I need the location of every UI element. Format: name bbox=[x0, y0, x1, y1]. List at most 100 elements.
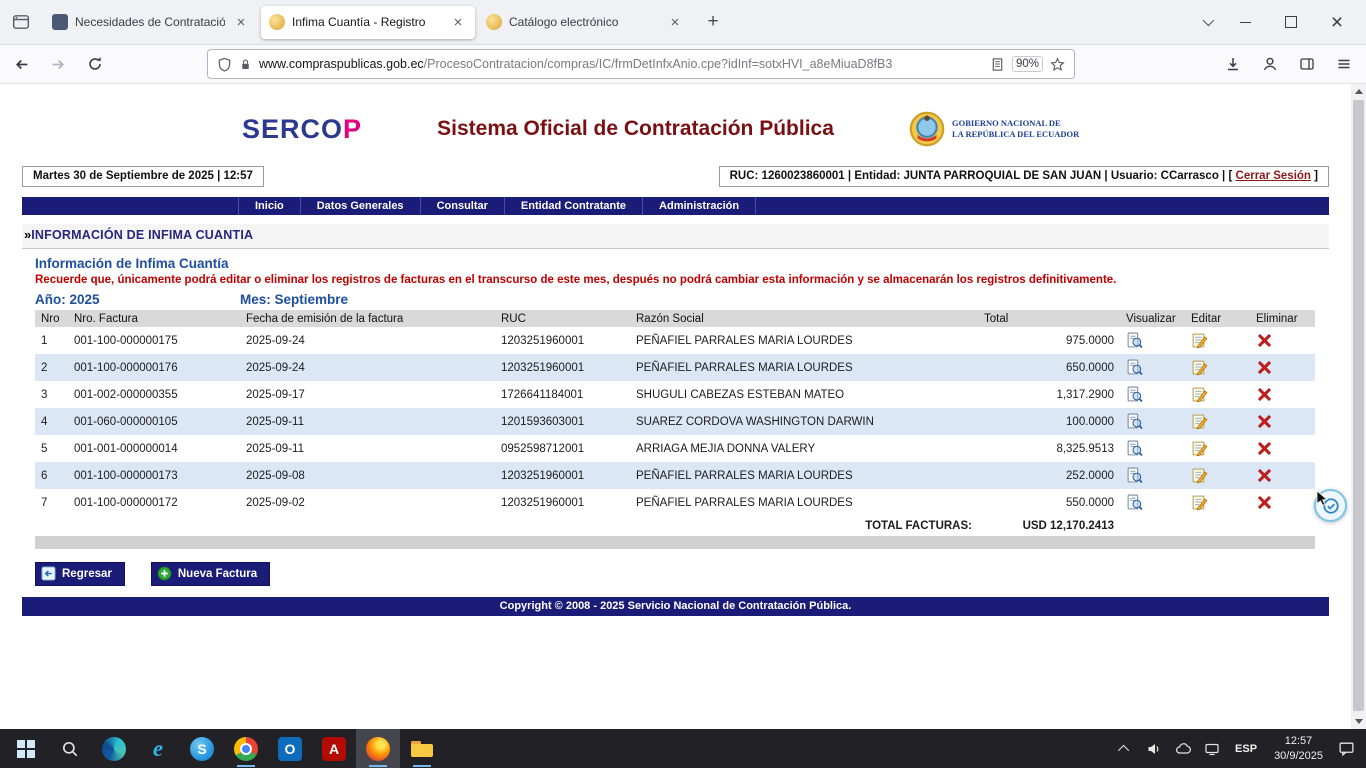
taskbar-chrome-button[interactable] bbox=[224, 729, 268, 768]
tabbar-right-controls bbox=[1192, 0, 1360, 44]
taskbar-skype-button[interactable] bbox=[180, 729, 224, 768]
volume-button[interactable] bbox=[1144, 739, 1164, 759]
new-tab-button[interactable] bbox=[699, 8, 727, 36]
window-maximize-button[interactable] bbox=[1268, 0, 1314, 44]
edit-invoice-icon[interactable] bbox=[1191, 494, 1208, 511]
taskbar-acrobat-button[interactable] bbox=[312, 729, 356, 768]
url-bar[interactable]: www.compraspublicas.gob.ec/ProcesoContra… bbox=[207, 49, 1075, 79]
firefox-view-button[interactable] bbox=[6, 7, 36, 37]
table-footer-spacer bbox=[35, 536, 1315, 549]
total-label: TOTAL FACTURAS: bbox=[35, 516, 978, 536]
action-center-button[interactable] bbox=[1336, 739, 1356, 759]
tab-close-icon[interactable] bbox=[232, 13, 250, 31]
taskbar-clock[interactable]: 12:57 30/9/2025 bbox=[1270, 734, 1327, 764]
menu-item-datos-generales[interactable]: Datos Generales bbox=[301, 197, 421, 215]
bracket: ] bbox=[1314, 170, 1318, 182]
col-header-total: Total bbox=[978, 310, 1120, 327]
view-invoice-icon[interactable] bbox=[1126, 386, 1143, 403]
menu-item-consultar[interactable]: Consultar bbox=[421, 197, 505, 215]
nueva-factura-button[interactable]: Nueva Factura bbox=[151, 562, 270, 586]
account-button[interactable] bbox=[1254, 48, 1286, 80]
page-action-icon[interactable] bbox=[990, 57, 1005, 72]
separator: | bbox=[848, 170, 851, 182]
tracking-protection-shield-icon[interactable] bbox=[217, 57, 232, 72]
scrollbar-down-arrow[interactable] bbox=[1351, 714, 1366, 729]
sidebar-panel-button[interactable] bbox=[1291, 48, 1323, 80]
tab-catalogo[interactable]: Catálogo electrónico bbox=[478, 6, 692, 39]
delete-invoice-icon[interactable] bbox=[1256, 332, 1273, 349]
tab-infima-cuantia[interactable]: Infima Cuantía - Registro bbox=[261, 6, 475, 39]
hidden-icons-button[interactable] bbox=[1115, 739, 1135, 759]
tab-favicon bbox=[486, 14, 502, 30]
list-all-tabs-chevron-icon[interactable] bbox=[1192, 7, 1222, 37]
menu-button[interactable] bbox=[1328, 48, 1360, 80]
menu-item-entidad-contratante[interactable]: Entidad Contratante bbox=[505, 197, 643, 215]
panel-icon bbox=[1299, 56, 1315, 72]
cell-razon-social: SHUGULI CABEZAS ESTEBAN MATEO bbox=[630, 381, 978, 408]
delete-invoice-icon[interactable] bbox=[1256, 440, 1273, 457]
nueva-factura-button-label: Nueva Factura bbox=[178, 568, 257, 580]
downloads-button[interactable] bbox=[1217, 48, 1249, 80]
language-indicator[interactable]: ESP bbox=[1231, 743, 1261, 755]
view-invoice-icon[interactable] bbox=[1126, 494, 1143, 511]
cell-fecha: 2025-09-24 bbox=[240, 327, 495, 354]
url-path: /ProcesoContratacion/compras/IC/frmDetIn… bbox=[424, 57, 893, 71]
window-minimize-button[interactable] bbox=[1222, 0, 1268, 44]
network-button[interactable] bbox=[1202, 739, 1222, 759]
taskbar-ie-button[interactable] bbox=[136, 729, 180, 768]
browser-tab-bar: Necesidades de Contratación y Infima Cua… bbox=[0, 0, 1366, 44]
windows-start-icon bbox=[17, 740, 35, 758]
view-invoice-icon[interactable] bbox=[1126, 467, 1143, 484]
taskbar-firefox-button[interactable] bbox=[356, 729, 400, 768]
zoom-level-button[interactable]: 90% bbox=[1012, 56, 1043, 72]
view-invoice-icon[interactable] bbox=[1126, 359, 1143, 376]
forward-button[interactable] bbox=[42, 48, 74, 80]
page-scrollbar[interactable] bbox=[1351, 84, 1366, 729]
edge-icon bbox=[102, 737, 126, 761]
sercop-logo: SERCOP bbox=[242, 114, 362, 145]
taskbar-explorer-button[interactable] bbox=[400, 729, 444, 768]
cell-razon-social: PEÑAFIEL PARRALES MARIA LOURDES bbox=[630, 462, 978, 489]
cell-ruc: 1201593603001 bbox=[495, 408, 630, 435]
tab-close-icon[interactable] bbox=[449, 13, 467, 31]
tab-necesidades[interactable]: Necesidades de Contratación y bbox=[44, 6, 258, 39]
url-domain: www.compraspublicas.gob.ec bbox=[259, 57, 424, 71]
lock-icon[interactable] bbox=[239, 58, 252, 71]
menu-item-inicio[interactable]: Inicio bbox=[238, 197, 301, 215]
view-invoice-icon[interactable] bbox=[1126, 332, 1143, 349]
tab-close-icon[interactable] bbox=[666, 13, 684, 31]
cell-total: 975.0000 bbox=[978, 327, 1120, 354]
delete-invoice-icon[interactable] bbox=[1256, 359, 1273, 376]
edit-invoice-icon[interactable] bbox=[1191, 413, 1208, 430]
delete-invoice-icon[interactable] bbox=[1256, 413, 1273, 430]
back-button[interactable] bbox=[5, 48, 37, 80]
delete-invoice-icon[interactable] bbox=[1256, 494, 1273, 511]
edit-invoice-icon[interactable] bbox=[1191, 386, 1208, 403]
edit-invoice-icon[interactable] bbox=[1191, 467, 1208, 484]
bookmark-star-icon[interactable] bbox=[1050, 57, 1065, 72]
view-invoice-icon[interactable] bbox=[1126, 440, 1143, 457]
delete-invoice-icon[interactable] bbox=[1256, 467, 1273, 484]
reload-button[interactable] bbox=[79, 48, 111, 80]
year-field: Año: 2025 bbox=[35, 292, 240, 307]
edit-invoice-icon[interactable] bbox=[1191, 332, 1208, 349]
edit-invoice-icon[interactable] bbox=[1191, 359, 1208, 376]
taskbar-outlook-button[interactable] bbox=[268, 729, 312, 768]
cloud-icon bbox=[1175, 741, 1191, 757]
taskbar-search-button[interactable] bbox=[48, 729, 92, 768]
menu-item-administracion[interactable]: Administración bbox=[643, 197, 756, 215]
onedrive-button[interactable] bbox=[1173, 739, 1193, 759]
delete-invoice-icon[interactable] bbox=[1256, 386, 1273, 403]
logout-link[interactable]: Cerrar Sesión bbox=[1236, 170, 1311, 182]
edit-invoice-icon[interactable] bbox=[1191, 440, 1208, 457]
scrollbar-thumb[interactable] bbox=[1353, 100, 1364, 711]
regresar-button[interactable]: Regresar bbox=[35, 562, 125, 586]
cell-razon-social: PEÑAFIEL PARRALES MARIA LOURDES bbox=[630, 354, 978, 381]
window-close-button[interactable] bbox=[1314, 0, 1360, 44]
scrollbar-up-arrow[interactable] bbox=[1351, 84, 1366, 99]
url-text[interactable]: www.compraspublicas.gob.ec/ProcesoContra… bbox=[259, 57, 983, 71]
cell-nro: 2 bbox=[35, 354, 68, 381]
start-button[interactable] bbox=[4, 729, 48, 768]
view-invoice-icon[interactable] bbox=[1126, 413, 1143, 430]
taskbar-edge-button[interactable] bbox=[92, 729, 136, 768]
